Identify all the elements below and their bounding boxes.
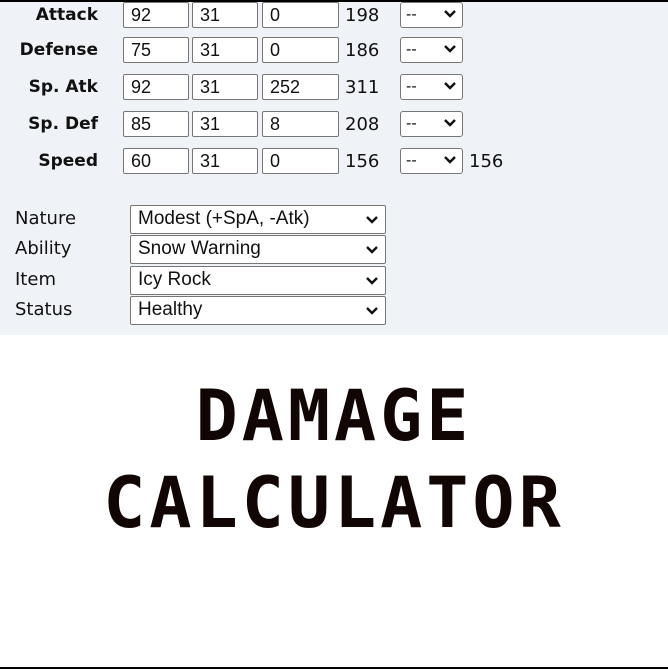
stat-label: Speed <box>38 151 98 171</box>
select-value: -- <box>406 6 417 23</box>
iv-input[interactable]: 31 <box>192 111 258 137</box>
stat-row-sp-atk: Sp. Atk 92 31 252 311 -- <box>0 74 668 102</box>
item-select[interactable]: Icy Rock <box>130 266 386 295</box>
chevron-down-icon <box>444 82 456 90</box>
stats-panel: Attack 92 31 0 198 -- Defense 75 31 0 18… <box>0 2 668 335</box>
stat-label: Sp. Atk <box>28 77 98 97</box>
nature-modifier-select[interactable]: -- <box>400 111 463 137</box>
banner-title-line-2: CALCULATOR <box>103 462 565 544</box>
nature-modifier-select[interactable]: -- <box>400 148 463 174</box>
banner-title-line-1: DAMAGE <box>195 375 473 457</box>
status-row: Status Healthy <box>0 296 668 326</box>
stat-row-defense: Defense 75 31 0 186 -- <box>0 37 668 65</box>
select-value: -- <box>406 115 417 132</box>
title-banner: DAMAGE CALCULATOR <box>0 335 668 668</box>
ev-input[interactable]: 0 <box>262 2 339 28</box>
stat-total: 186 <box>345 40 380 61</box>
chevron-down-icon <box>444 119 456 127</box>
select-value: -- <box>406 152 417 169</box>
status-label: Status <box>15 299 73 320</box>
ev-input[interactable]: 0 <box>262 37 339 63</box>
ability-label: Ability <box>15 238 72 259</box>
base-stat-input[interactable]: 85 <box>123 111 189 137</box>
stat-total: 311 <box>345 77 380 98</box>
stat-total: 198 <box>345 5 380 26</box>
chevron-down-icon <box>366 216 378 224</box>
nature-modifier-select[interactable]: -- <box>400 37 463 63</box>
stat-row-speed: Speed 60 31 0 156 -- 156 <box>0 148 668 176</box>
select-value: Healthy <box>138 299 203 320</box>
stat-row-sp-def: Sp. Def 85 31 8 208 -- <box>0 111 668 139</box>
chevron-down-icon <box>444 10 456 18</box>
stat-label: Sp. Def <box>28 114 98 134</box>
chevron-down-icon <box>444 156 456 164</box>
base-stat-input[interactable]: 60 <box>123 148 189 174</box>
status-select[interactable]: Healthy <box>130 296 386 325</box>
chevron-down-icon <box>444 45 456 53</box>
nature-row: Nature Modest (+SpA, -Atk) <box>0 205 668 235</box>
base-stat-input[interactable]: 75 <box>123 37 189 63</box>
select-value: Modest (+SpA, -Atk) <box>138 208 310 229</box>
select-value: Snow Warning <box>138 238 261 259</box>
stat-total: 208 <box>345 114 380 135</box>
base-stat-input[interactable]: 92 <box>123 74 189 100</box>
iv-input[interactable]: 31 <box>192 148 258 174</box>
iv-input[interactable]: 31 <box>192 74 258 100</box>
item-row: Item Icy Rock <box>0 266 668 296</box>
chevron-down-icon <box>366 246 378 254</box>
chevron-down-icon <box>366 277 378 285</box>
chevron-down-icon <box>366 307 378 315</box>
nature-modifier-select[interactable]: -- <box>400 2 463 28</box>
nature-modifier-select[interactable]: -- <box>400 74 463 100</box>
ev-input[interactable]: 8 <box>262 111 339 137</box>
select-value: Icy Rock <box>138 269 211 290</box>
select-value: -- <box>406 78 417 95</box>
stat-total: 156 <box>345 151 380 172</box>
ev-input[interactable]: 252 <box>262 74 339 100</box>
base-stat-input[interactable]: 92 <box>123 2 189 28</box>
iv-input[interactable]: 31 <box>192 2 258 28</box>
iv-input[interactable]: 31 <box>192 37 258 63</box>
select-value: -- <box>406 41 417 58</box>
stat-row-attack: Attack 92 31 0 198 -- <box>0 2 668 30</box>
ability-row: Ability Snow Warning <box>0 235 668 265</box>
stat-label: Attack <box>35 5 98 25</box>
nature-select[interactable]: Modest (+SpA, -Atk) <box>130 205 386 234</box>
ability-select[interactable]: Snow Warning <box>130 235 386 264</box>
item-label: Item <box>15 269 56 290</box>
final-speed-value: 156 <box>469 151 504 172</box>
nature-label: Nature <box>15 208 77 229</box>
ev-input[interactable]: 0 <box>262 148 339 174</box>
stat-label: Defense <box>19 40 98 60</box>
